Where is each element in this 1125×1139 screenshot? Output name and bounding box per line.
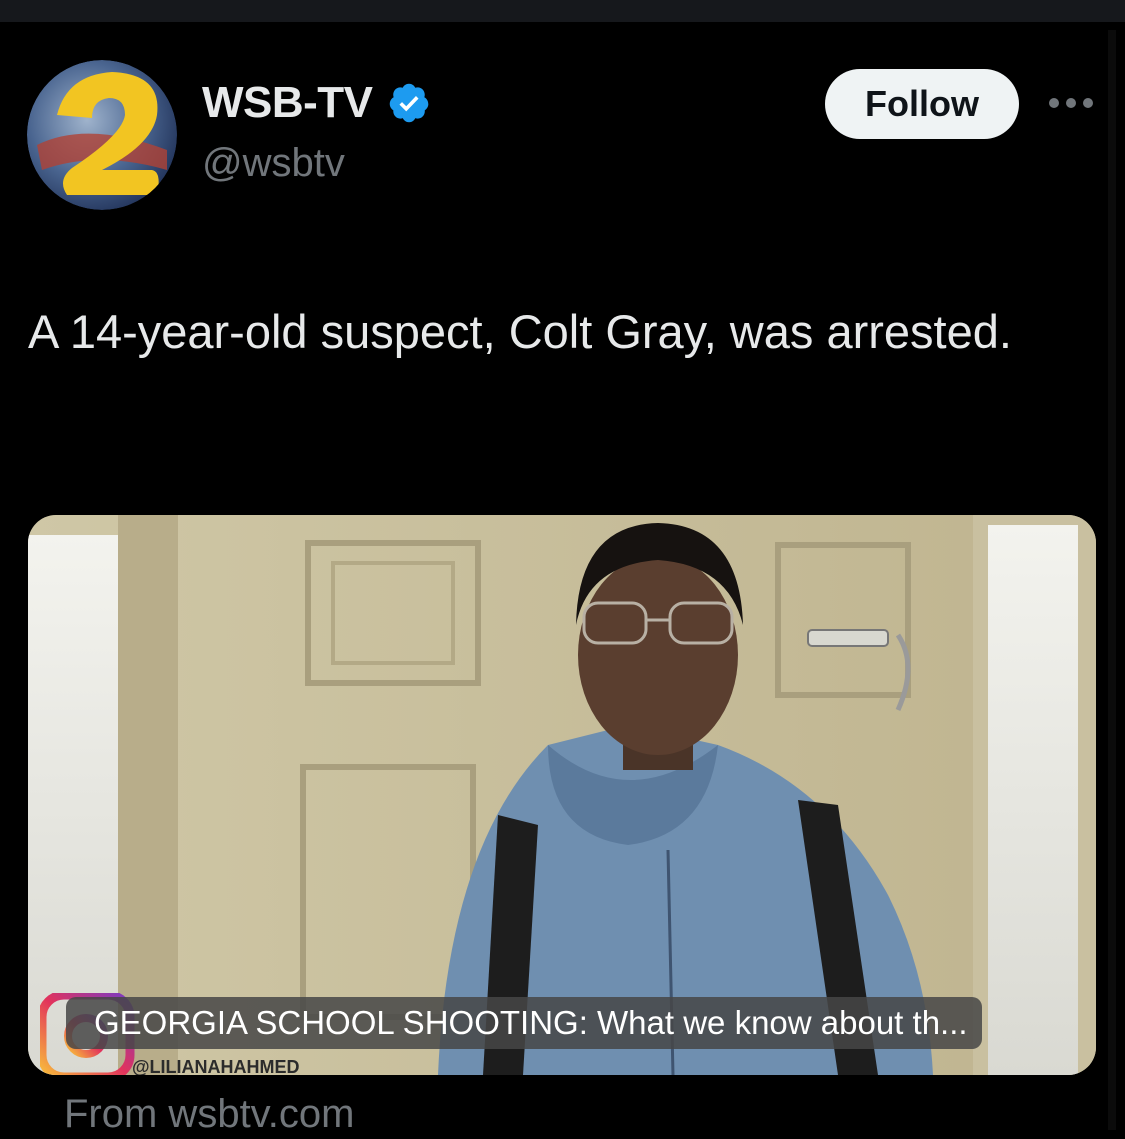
follow-button[interactable]: Follow — [825, 69, 1019, 139]
verified-badge-icon — [389, 83, 428, 123]
card-title[interactable]: GEORGIA SCHOOL SHOOTING: What we know ab… — [66, 997, 982, 1049]
link-card[interactable]: @LILIANAHAHMED GEORGIA SCHOOL SHOOTING: … — [28, 515, 1096, 1075]
card-source[interactable]: From wsbtv.com — [64, 1092, 354, 1137]
post-text: A 14-year-old suspect, Colt Gray, was ar… — [28, 305, 1012, 358]
top-bar — [0, 0, 1125, 22]
author-handle[interactable]: @wsbtv — [202, 141, 345, 186]
author-avatar[interactable] — [27, 60, 177, 210]
article-photo — [28, 515, 1096, 1075]
scrollbar[interactable] — [1108, 30, 1116, 1130]
wsb-logo-icon — [27, 60, 177, 210]
more-options-icon[interactable] — [1048, 95, 1094, 111]
watermark-text: @LILIANAHAHMED — [132, 1057, 300, 1075]
author-name[interactable]: WSB-TV — [202, 78, 373, 128]
